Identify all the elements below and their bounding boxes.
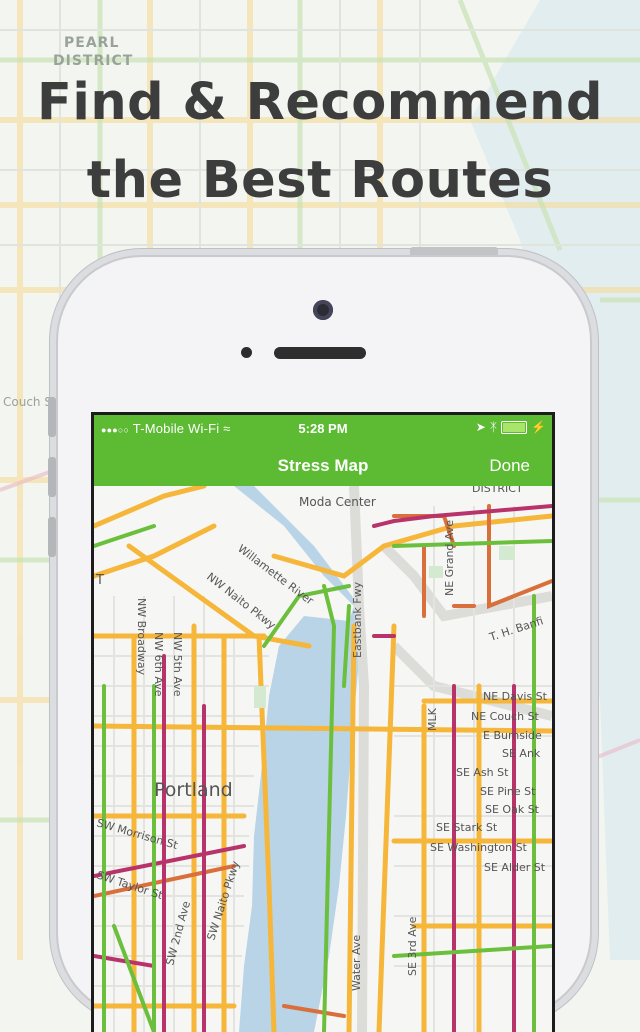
front-camera-icon: [313, 300, 333, 320]
volume-up-button: [48, 457, 56, 497]
headline-line-1: Find & Recommend: [37, 73, 603, 132]
map-label-moda-center: Moda Center: [299, 495, 376, 509]
status-icons: ➤ ᛡ ⚡: [476, 420, 546, 434]
map-label-se-pine: SE Pine St: [480, 785, 536, 798]
map-label-se-3rd: SE 3rd Ave: [406, 916, 419, 976]
charging-icon: ⚡: [531, 420, 546, 434]
map-label-district: DISTRICT: [472, 486, 523, 495]
map-label-se-stark: SE Stark St: [436, 821, 498, 834]
proximity-sensor: [241, 347, 252, 358]
location-arrow-icon: ➤: [475, 420, 486, 434]
phone-screen: ●●●○○ T-Mobile Wi-Fi ≈ 5:28 PM ➤ ᛡ ⚡ Str…: [91, 412, 555, 1032]
map-label-portland: Portland: [154, 779, 233, 801]
map-label-eastbank-fwy: Eastbank Fwy: [351, 581, 364, 658]
volume-down-button: [48, 517, 56, 557]
map-label-nw-6th-ave: NW 6th Ave: [152, 632, 165, 697]
earpiece-speaker: [274, 347, 366, 359]
map-label-se-washington: SE Washington St: [430, 841, 528, 854]
map-label-nw-broadway: NW Broadway: [135, 598, 148, 676]
bluetooth-icon: ᛡ: [489, 420, 498, 434]
phone-frame: ●●●○○ T-Mobile Wi-Fi ≈ 5:28 PM ➤ ᛡ ⚡ Str…: [48, 255, 592, 1032]
map-label-water-ave: Water Ave: [350, 935, 363, 991]
map-label-ne-grand-ave: NE Grand Ave: [443, 520, 456, 596]
map-label-ne-couch: NE Couch St: [471, 710, 540, 723]
map-label-nw-5th-ave: NW 5th Ave: [171, 632, 184, 697]
stress-map-canvas[interactable]: Moda Center DISTRICT T Willamette River …: [94, 486, 552, 1032]
map-label-e-burnside: E Burnside: [483, 729, 542, 742]
map-label-t: T: [95, 573, 104, 588]
map-label-se-alder: SE Alder St: [484, 861, 546, 874]
nav-title: Stress Map: [277, 456, 369, 475]
headline-line-2: the Best Routes: [86, 151, 554, 210]
bg-label-couch: Couch S: [3, 395, 52, 409]
stress-map[interactable]: Moda Center DISTRICT T Willamette River …: [94, 486, 552, 1032]
nav-bar: ●●●○○ T-Mobile Wi-Fi ≈ 5:28 PM ➤ ᛡ ⚡ Str…: [94, 415, 552, 486]
power-button: [410, 247, 498, 255]
done-button[interactable]: Done: [489, 456, 530, 476]
map-label-ne-davis: NE Davis St: [483, 690, 548, 703]
map-label-se-ank: SE Ank: [502, 747, 541, 760]
map-label-se-ash: SE Ash St: [456, 766, 509, 779]
headline: Find & Recommend the Best Routes: [0, 64, 640, 220]
map-label-se-oak: SE Oak St: [485, 803, 540, 816]
bg-label-pearl: PEARL: [64, 35, 120, 51]
mute-switch: [48, 397, 56, 437]
battery-icon: [501, 420, 528, 434]
map-label-mlk: MLK: [426, 707, 439, 731]
